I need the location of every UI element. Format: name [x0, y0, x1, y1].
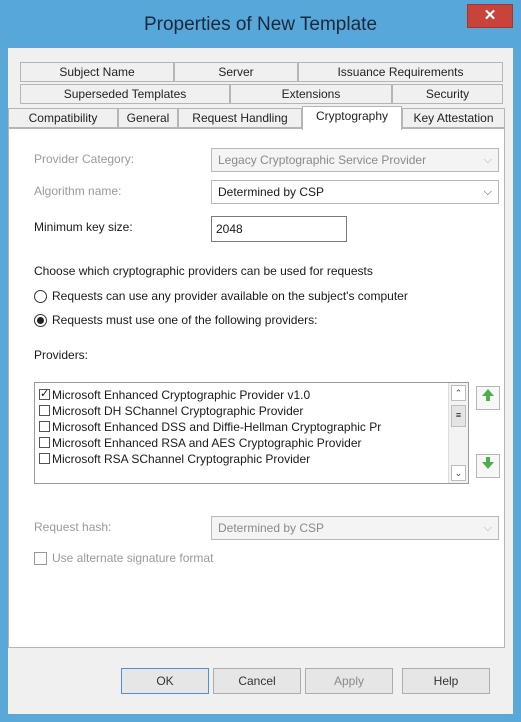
- arrow-down-icon: [482, 457, 494, 469]
- tab-security[interactable]: Security: [392, 84, 503, 104]
- request-hash-value: Determined by CSP: [218, 521, 325, 535]
- provider-checkbox[interactable]: [39, 437, 50, 448]
- provider-checkbox[interactable]: [39, 405, 50, 416]
- move-down-button[interactable]: [476, 454, 500, 478]
- provider-category-select[interactable]: Legacy Cryptographic Service Provider ⌵: [211, 148, 499, 172]
- provider-name: Microsoft Enhanced DSS and Diffie-Hellma…: [52, 420, 382, 434]
- providers-label: Providers:: [34, 348, 89, 362]
- algorithm-name-value: Determined by CSP: [218, 185, 325, 199]
- tab-superseded-templates[interactable]: Superseded Templates: [20, 84, 230, 104]
- tab-server[interactable]: Server: [174, 62, 298, 82]
- tab-cryptography[interactable]: Cryptography: [302, 106, 402, 130]
- scroll-thumb[interactable]: ≡: [451, 405, 466, 427]
- tab-subject-name[interactable]: Subject Name: [20, 62, 174, 82]
- algorithm-name-label: Algorithm name:: [34, 184, 122, 198]
- list-item[interactable]: Microsoft Enhanced Cryptographic Provide…: [39, 386, 311, 403]
- list-item[interactable]: Microsoft DH SChannel Cryptographic Prov…: [39, 403, 303, 419]
- help-button[interactable]: Help: [402, 668, 490, 694]
- title-bar[interactable]: Properties of New Template ✕: [0, 0, 521, 48]
- chevron-down-icon: ⌵: [483, 186, 492, 198]
- ok-button[interactable]: OK: [121, 668, 209, 694]
- provider-name: Microsoft Enhanced Cryptographic Provide…: [52, 388, 311, 402]
- provider-category-label: Provider Category:: [34, 152, 135, 166]
- providers-list[interactable]: Microsoft Enhanced Cryptographic Provide…: [34, 382, 469, 484]
- request-hash-label: Request hash:: [34, 520, 112, 534]
- tab-key-attestation[interactable]: Key Attestation: [402, 108, 505, 128]
- list-item[interactable]: Microsoft RSA SChannel Cryptographic Pro…: [39, 451, 310, 467]
- apply-button[interactable]: Apply: [305, 668, 393, 694]
- alt-signature-label[interactable]: Use alternate signature format: [52, 551, 213, 565]
- arrow-up-icon: [482, 389, 494, 401]
- chevron-down-icon: ⌵: [483, 522, 492, 534]
- close-button[interactable]: ✕: [467, 4, 513, 28]
- tab-general[interactable]: General: [118, 108, 178, 128]
- provider-name: Microsoft RSA SChannel Cryptographic Pro…: [52, 452, 311, 466]
- grip-icon: ≡: [455, 410, 462, 420]
- choose-providers-text: Choose which cryptographic providers can…: [34, 264, 373, 278]
- provider-checkbox[interactable]: [39, 386, 50, 402]
- list-item[interactable]: Microsoft Enhanced RSA and AES Cryptogra…: [39, 435, 362, 451]
- cancel-button[interactable]: Cancel: [213, 668, 301, 694]
- window-title: Properties of New Template: [143, 14, 378, 35]
- radio-must-use-provider-label[interactable]: Requests must use one of the following p…: [52, 313, 317, 327]
- alt-signature-checkbox[interactable]: [34, 552, 47, 565]
- providers-scrollbar[interactable]: ⌃ ≡ ⌄: [448, 383, 468, 483]
- min-key-size-input[interactable]: 2048: [211, 216, 347, 242]
- close-icon: ✕: [483, 7, 497, 24]
- provider-name: Microsoft Enhanced RSA and AES Cryptogra…: [52, 436, 362, 450]
- properties-dialog: Properties of New Template ✕ Subject Nam…: [0, 0, 521, 722]
- tab-issuance-requirements[interactable]: Issuance Requirements: [298, 62, 503, 82]
- chevron-down-icon: ⌄: [454, 468, 463, 478]
- radio-must-use-provider[interactable]: [34, 314, 47, 327]
- chevron-up-icon: ⌃: [454, 388, 463, 398]
- min-key-size-label: Minimum key size:: [34, 220, 133, 234]
- algorithm-name-select[interactable]: Determined by CSP ⌵: [211, 180, 499, 204]
- tab-compatibility[interactable]: Compatibility: [8, 108, 118, 128]
- list-item[interactable]: Microsoft Enhanced DSS and Diffie-Hellma…: [39, 419, 381, 435]
- scroll-down-button[interactable]: ⌄: [451, 465, 466, 481]
- request-hash-select[interactable]: Determined by CSP ⌵: [211, 516, 499, 540]
- provider-checkbox[interactable]: [39, 453, 50, 464]
- radio-any-provider[interactable]: [34, 290, 47, 303]
- provider-checkbox[interactable]: [39, 421, 50, 432]
- radio-any-provider-label[interactable]: Requests can use any provider available …: [52, 289, 408, 303]
- tab-extensions[interactable]: Extensions: [230, 84, 392, 104]
- provider-name: Microsoft DH SChannel Cryptographic Prov…: [52, 404, 304, 418]
- move-up-button[interactable]: [476, 386, 500, 410]
- scroll-up-button[interactable]: ⌃: [451, 385, 466, 401]
- tab-request-handling[interactable]: Request Handling: [178, 108, 302, 128]
- chevron-down-icon: ⌵: [483, 154, 492, 166]
- provider-category-value: Legacy Cryptographic Service Provider: [218, 153, 427, 167]
